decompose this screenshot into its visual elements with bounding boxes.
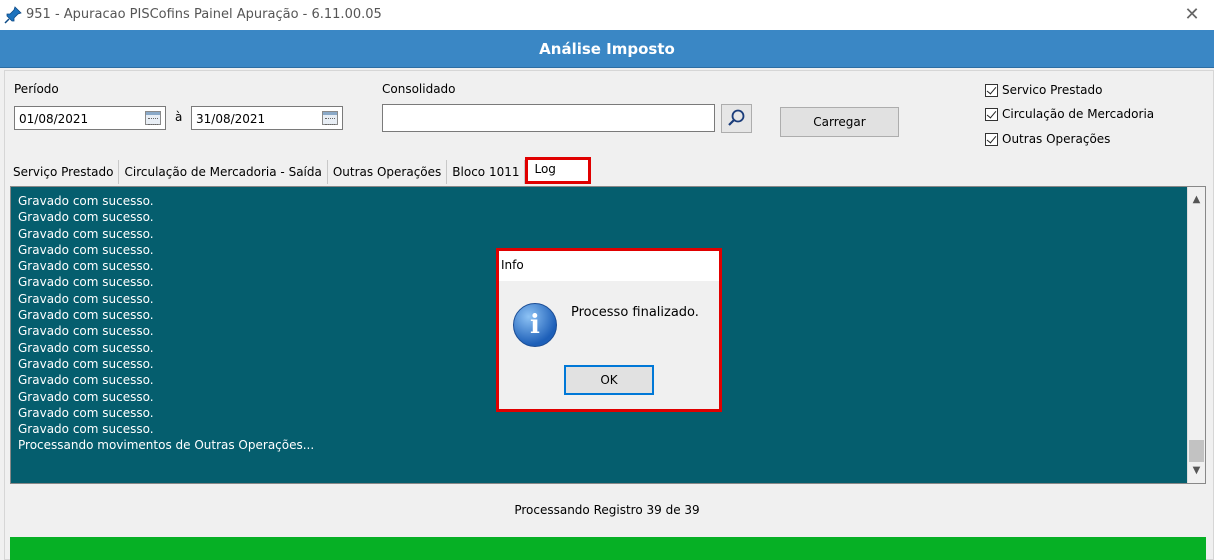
checkbox-circulacao-mercadoria[interactable]: Circulação de Mercadoria (985, 107, 1154, 121)
consolidado-label: Consolidado (382, 82, 456, 96)
date-end-field[interactable]: 31/08/2021 (191, 106, 343, 130)
periodo-label: Período (14, 82, 59, 96)
pin-icon (4, 6, 22, 24)
tab-log[interactable]: Log (525, 157, 592, 184)
log-line: Gravado com sucesso. (18, 373, 154, 388)
close-icon[interactable]: ✕ (1180, 4, 1204, 26)
status-text: Processando Registro 39 de 39 (514, 503, 700, 517)
search-button[interactable] (721, 104, 752, 133)
scroll-up-icon[interactable]: ▲ (1188, 191, 1205, 208)
info-icon: i (513, 303, 557, 347)
scroll-down-icon[interactable]: ▼ (1188, 462, 1205, 479)
log-lines: Gravado com sucesso. Gravado com sucesso.… (18, 193, 314, 454)
consolidado-input[interactable] (382, 104, 715, 132)
tab-circulacao-mercadoria-saida[interactable]: Circulação de Mercadoria - Saída (119, 160, 328, 184)
progress-bar (10, 537, 1206, 560)
calendar-icon[interactable] (322, 111, 338, 125)
log-line: Gravado com sucesso. (18, 226, 154, 241)
log-line: Gravado com sucesso. (18, 340, 154, 355)
check-icon (985, 83, 998, 97)
page-title: Análise Imposto (539, 40, 675, 58)
info-dialog: Info i Processo finalizado. OK (496, 248, 722, 412)
header-bar: Análise Imposto (0, 30, 1214, 68)
log-line: Gravado com sucesso. (18, 389, 154, 404)
dialog-message: Processo finalizado. (571, 305, 699, 320)
log-line: Gravado com sucesso. (18, 308, 154, 323)
checkbox-servico-prestado[interactable]: Servico Prestado (985, 83, 1102, 97)
date-start-field[interactable]: 01/08/2021 (14, 106, 166, 130)
checkbox-label: Outras Operações (1002, 132, 1111, 146)
tab-bloco-1011[interactable]: Bloco 1011 (447, 160, 526, 184)
log-line: Gravado com sucesso. (18, 242, 154, 257)
window-title: 951 - Apuracao PISCofins Painel Apuração… (26, 7, 382, 22)
ok-button[interactable]: OK (564, 365, 654, 395)
search-icon (728, 109, 745, 126)
carregar-button[interactable]: Carregar (780, 107, 899, 137)
log-line: Gravado com sucesso. (18, 356, 154, 371)
tab-outras-operacoes[interactable]: Outras Operações (327, 160, 448, 184)
log-line: Processando movimentos de Outras Operaçõ… (18, 438, 315, 453)
log-line: Gravado com sucesso. (18, 194, 154, 208)
log-line: Gravado com sucesso. (18, 291, 154, 306)
date-end-value: 31/08/2021 (196, 112, 266, 126)
date-separator: à (175, 110, 183, 124)
date-start-value: 01/08/2021 (19, 112, 89, 126)
log-line: Gravado com sucesso. (18, 324, 154, 339)
log-line: Gravado com sucesso. (18, 422, 154, 437)
log-line: Gravado com sucesso. (18, 210, 154, 225)
log-line: Gravado com sucesso. (18, 275, 154, 290)
calendar-icon[interactable] (145, 111, 161, 125)
log-line: Gravado com sucesso. (18, 405, 154, 420)
dialog-title: Info (499, 251, 719, 281)
checkbox-label: Servico Prestado (1002, 83, 1103, 97)
progress-fill (10, 537, 1206, 560)
checkbox-outras-operacoes[interactable]: Outras Operações (985, 132, 1110, 146)
log-line: Gravado com sucesso. (18, 259, 154, 274)
tab-servico-prestado[interactable]: Serviço Prestado (8, 160, 120, 184)
scroll-thumb[interactable] (1189, 440, 1204, 462)
check-icon (985, 132, 998, 146)
tab-strip: Serviço Prestado Circulação de Mercadori… (8, 157, 592, 184)
check-icon (985, 107, 998, 121)
log-scrollbar[interactable]: ▲ ▼ (1187, 187, 1205, 483)
title-bar: 951 - Apuracao PISCofins Painel Apuração… (0, 0, 1214, 30)
checkbox-label: Circulação de Mercadoria (1002, 107, 1155, 121)
